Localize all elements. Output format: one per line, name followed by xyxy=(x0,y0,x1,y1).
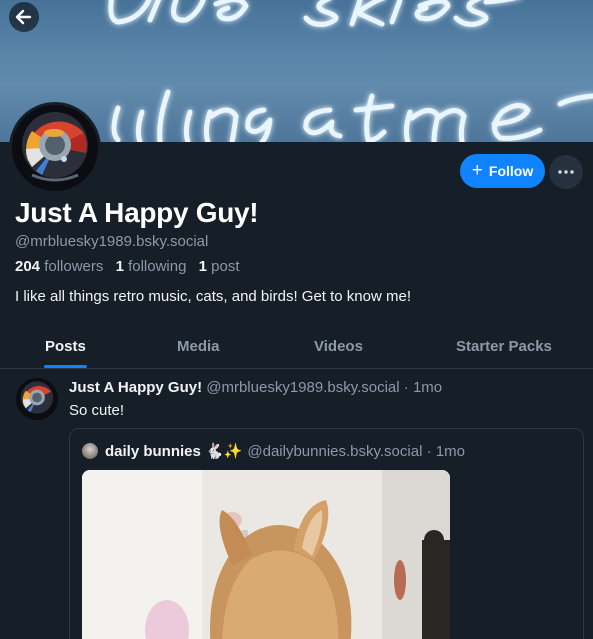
post-text: So cute! xyxy=(69,402,125,419)
tab-starter-packs[interactable]: Starter Packs xyxy=(456,323,552,369)
followers-count: 204 xyxy=(15,258,41,275)
arrow-left-icon xyxy=(15,9,32,25)
quoted-post-header: daily bunnies 🐇✨ @dailybunnies.bsky.soci… xyxy=(82,442,465,460)
ellipsis-icon xyxy=(558,170,574,174)
more-options-button[interactable] xyxy=(549,155,583,189)
post-timestamp[interactable]: · 1mo xyxy=(404,379,442,396)
following-count: 1 xyxy=(115,258,124,275)
quoted-author-avatar xyxy=(82,443,98,459)
post-author-avatar[interactable] xyxy=(16,378,58,420)
spaceship-avatar-image xyxy=(16,378,58,420)
quoted-author-name: daily bunnies 🐇✨ xyxy=(105,443,243,460)
profile-avatar[interactable] xyxy=(9,102,101,194)
followers-link[interactable]: 204 followers xyxy=(15,258,103,275)
profile-handle: @mrbluesky1989.bsky.social xyxy=(15,233,209,250)
post-author-handle[interactable]: @mrbluesky1989.bsky.social xyxy=(206,379,399,396)
profile-stats: 204 followers 1 following 1 post xyxy=(15,258,248,275)
quoted-post[interactable]: daily bunnies 🐇✨ @dailybunnies.bsky.soci… xyxy=(69,428,584,639)
follow-button[interactable]: + Follow xyxy=(460,154,545,188)
plus-icon: + xyxy=(471,159,483,181)
profile-bio: I like all things retro music, cats, and… xyxy=(15,288,411,305)
follow-label: Follow xyxy=(488,163,534,179)
posts-label: post xyxy=(211,258,240,275)
back-button[interactable] xyxy=(9,2,39,32)
quoted-post-image[interactable] xyxy=(82,470,450,639)
quoted-author-handle: @dailybunnies.bsky.social xyxy=(247,442,423,460)
followers-label: followers xyxy=(44,258,104,275)
profile-tabs: Posts Media Videos Starter Packs xyxy=(0,323,593,369)
tab-posts[interactable]: Posts xyxy=(45,323,86,369)
bunny-photo xyxy=(82,470,450,639)
posts-count: 1 xyxy=(198,258,207,275)
active-tab-indicator xyxy=(44,365,87,368)
post-header: Just A Happy Guy! @mrbluesky1989.bsky.so… xyxy=(69,379,442,396)
quoted-timestamp: · 1mo xyxy=(426,442,465,460)
tab-media[interactable]: Media xyxy=(177,323,220,369)
following-label: following xyxy=(128,258,187,275)
profile-display-name: Just A Happy Guy! xyxy=(15,197,259,228)
posts-stat: 1 post xyxy=(199,258,240,275)
post-author-name[interactable]: Just A Happy Guy! xyxy=(69,379,202,396)
spaceship-avatar-image xyxy=(12,105,98,191)
following-link[interactable]: 1 following xyxy=(116,258,187,275)
tab-videos[interactable]: Videos xyxy=(314,323,363,369)
